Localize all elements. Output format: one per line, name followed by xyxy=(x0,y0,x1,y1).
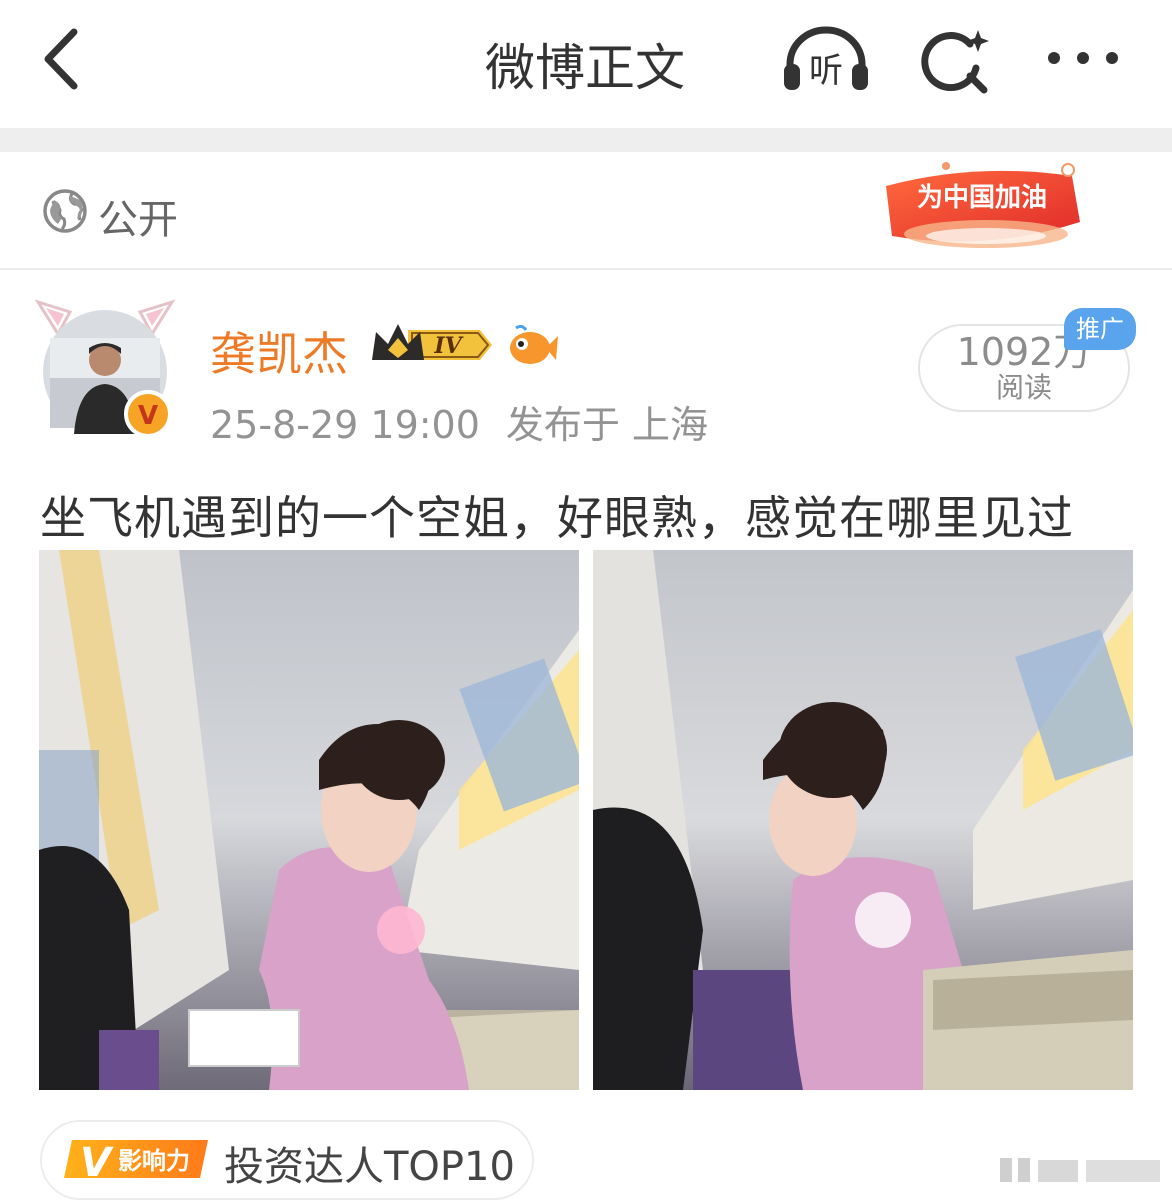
svg-text:听: 听 xyxy=(809,51,843,91)
search-button[interactable] xyxy=(918,24,994,96)
promo-tag[interactable]: 推广 xyxy=(1064,308,1136,350)
globe-icon xyxy=(42,188,88,234)
more-button[interactable] xyxy=(1040,30,1126,86)
post-image-1[interactable] xyxy=(39,550,579,1090)
post-timestamp: 25-8-29 19:00 xyxy=(210,403,480,447)
watermark xyxy=(998,1150,1164,1190)
member-level-badge[interactable]: IV xyxy=(368,320,496,370)
back-button[interactable] xyxy=(30,22,100,96)
svg-text:V: V xyxy=(80,1140,114,1186)
read-label: 阅读 xyxy=(995,371,1052,404)
post-image-2[interactable] xyxy=(593,550,1133,1090)
page-title: 微博正文 xyxy=(485,39,685,97)
post-location: 发布于 上海 xyxy=(505,403,708,447)
verified-badge: V xyxy=(138,401,158,431)
more-icon xyxy=(1048,52,1118,64)
svg-text:为中国加油: 为中国加油 xyxy=(917,183,1047,213)
post-meta: 25-8-29 19:00 发布于 上海 xyxy=(210,394,734,449)
author-name[interactable]: 龚凯杰 xyxy=(210,318,348,384)
svg-text:影响力: 影响力 xyxy=(118,1147,190,1175)
influence-badge: V 影响力 xyxy=(58,1132,214,1186)
cheer-china-banner[interactable]: 为中国加油 xyxy=(876,156,1086,264)
search-icon xyxy=(921,30,989,94)
back-icon xyxy=(44,28,78,90)
influence-label: 投资达人TOP10 xyxy=(224,1144,515,1190)
listen-icon: 听 xyxy=(784,26,868,91)
post-text: 坐飞机遇到的一个空姐，好眼熟，感觉在哪里见过 xyxy=(40,491,1074,545)
listen-button[interactable]: 听 xyxy=(778,24,874,96)
avatar[interactable]: V xyxy=(30,290,180,442)
svg-text:IV: IV xyxy=(433,333,463,359)
section-divider xyxy=(0,128,1172,152)
fish-icon xyxy=(506,322,558,370)
visibility-label: 公开 xyxy=(98,197,178,243)
